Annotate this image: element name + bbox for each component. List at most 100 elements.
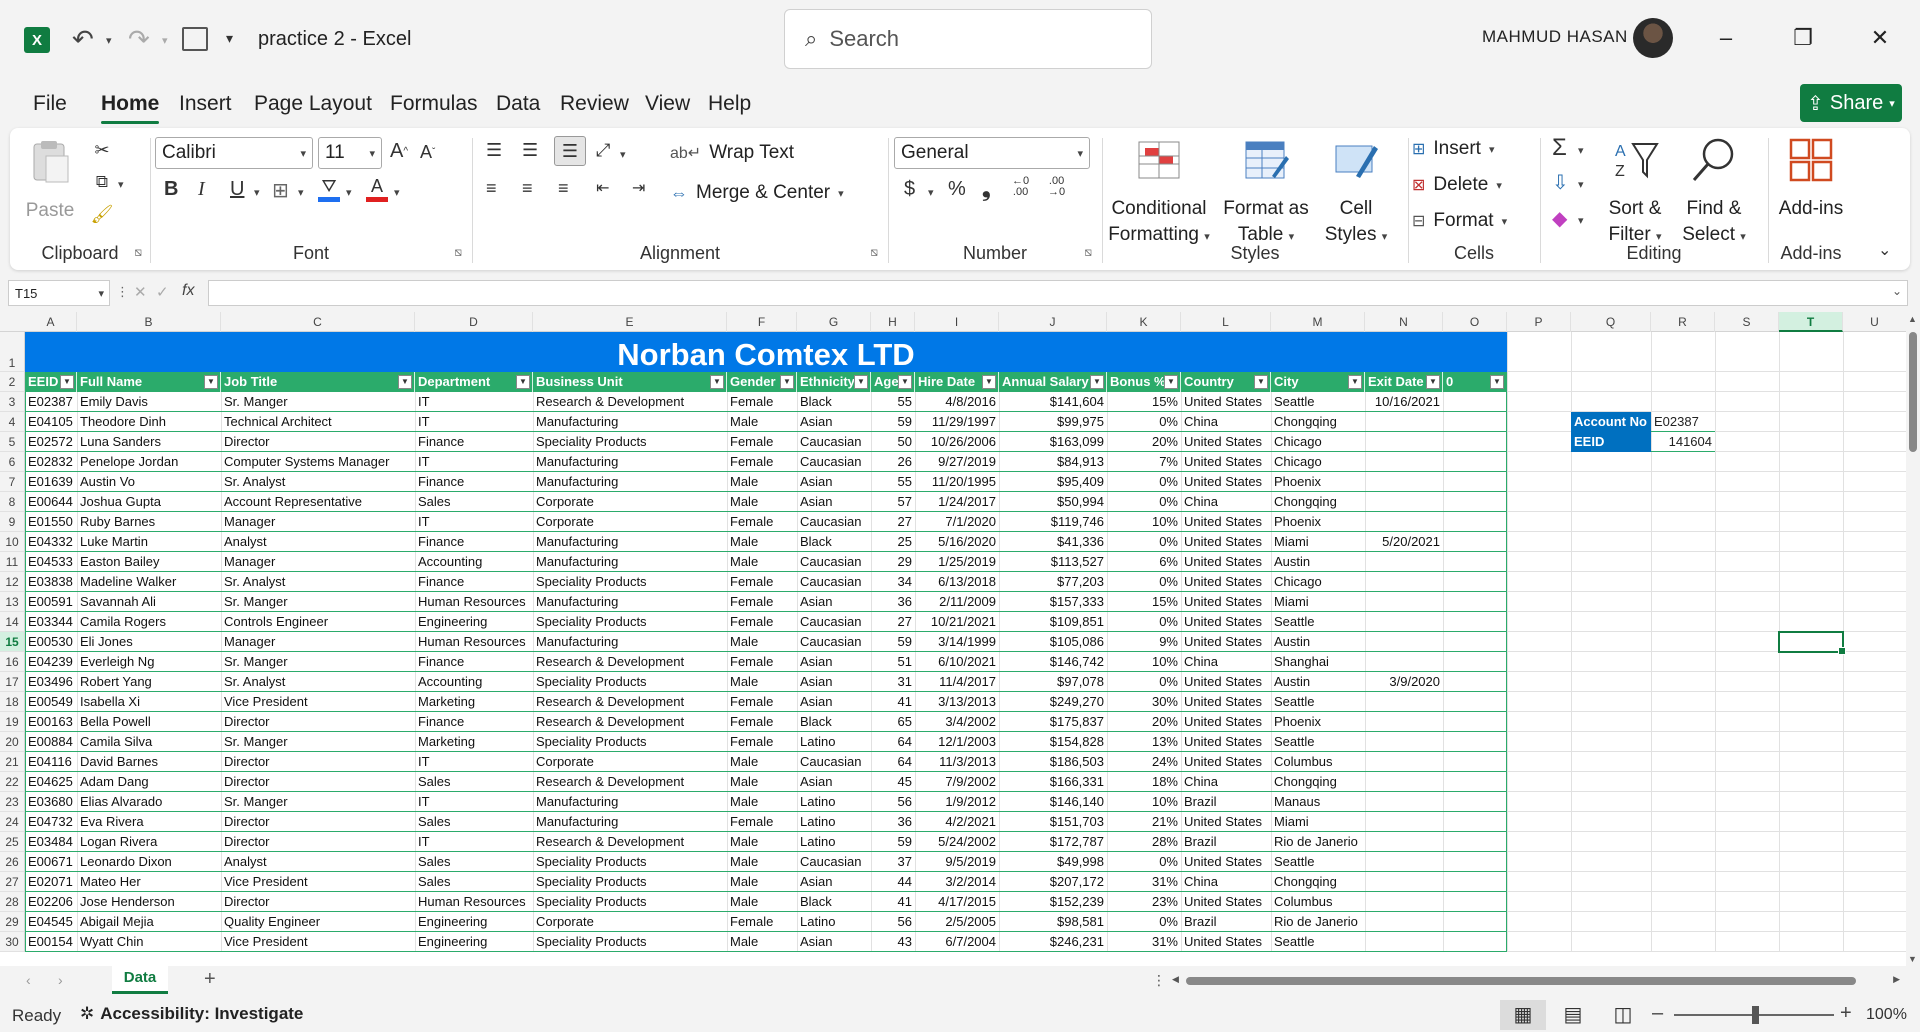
more-icon[interactable]: ⋮ — [116, 284, 129, 300]
vertical-scrollbar[interactable]: ▲ ▼ — [1906, 312, 1920, 966]
row-header-22[interactable]: 22 — [0, 772, 25, 792]
find-select-button[interactable]: Find & Select ▾ — [1674, 136, 1754, 250]
align-center-icon[interactable]: ≡ — [522, 178, 533, 199]
page-layout-view-button[interactable]: ▤ — [1550, 1000, 1596, 1030]
merge-center-button[interactable]: ⇔ Merge & Center ▾ — [670, 182, 844, 204]
dialog-launcher-icon[interactable]: ⧅ — [1084, 245, 1092, 260]
row-header-9[interactable]: 9 — [0, 512, 25, 532]
clear-dropdown-icon[interactable]: ▾ — [1578, 214, 1584, 227]
shrink-font-icon[interactable]: Aˇ — [420, 142, 435, 163]
column-header-q[interactable]: Q — [1571, 312, 1651, 332]
next-sheet-icon[interactable]: › — [58, 972, 63, 988]
scroll-right-icon[interactable]: ▶ — [1893, 974, 1900, 985]
tab-formulas[interactable]: Formulas — [390, 92, 478, 116]
fill-dropdown-icon[interactable]: ▾ — [1578, 178, 1584, 191]
row-header-2[interactable]: 2 — [0, 372, 25, 392]
fill-icon[interactable]: ⇩ — [1552, 170, 1569, 195]
insert-cells-button[interactable]: ⊞ Insert ▾ — [1412, 138, 1494, 160]
percent-button[interactable]: % — [948, 178, 966, 201]
currency-dropdown-icon[interactable]: ▾ — [928, 186, 934, 199]
autosum-dropdown-icon[interactable]: ▾ — [1578, 144, 1584, 157]
italic-button[interactable]: I — [198, 178, 205, 201]
column-header-m[interactable]: M — [1271, 312, 1365, 332]
expand-formula-icon[interactable]: ⌄ — [1892, 284, 1902, 298]
row-header-19[interactable]: 19 — [0, 712, 25, 732]
column-header-l[interactable]: L — [1181, 312, 1271, 332]
font-color-icon[interactable]: A — [364, 174, 390, 204]
conditional-formatting-button[interactable]: Conditional Formatting ▾ — [1104, 136, 1214, 250]
formula-input[interactable] — [208, 280, 1908, 306]
fill-color-dropdown-icon[interactable]: ▾ — [346, 186, 352, 199]
row-header-4[interactable]: 4 — [0, 412, 25, 432]
wrap-text-button[interactable]: ab↵ Wrap Text — [670, 142, 794, 164]
restore-button[interactable]: ❐ — [1773, 18, 1833, 58]
zoom-out-button[interactable]: – — [1652, 1002, 1663, 1025]
font-name-select[interactable]: Calibri ▾ — [155, 137, 313, 169]
redo-dropdown-icon[interactable]: ▾ — [162, 34, 168, 47]
cut-icon[interactable]: ✂ — [90, 138, 114, 162]
comma-button[interactable]: ❟ — [982, 176, 991, 202]
borders-icon[interactable]: ⊞ — [272, 178, 289, 203]
horizontal-scrollbar[interactable]: ◀ ▶ — [1172, 974, 1900, 986]
column-header-a[interactable]: A — [25, 312, 77, 332]
save-icon[interactable] — [182, 27, 208, 51]
format-cells-button[interactable]: ⊟ Format ▾ — [1412, 210, 1507, 232]
fill-color-icon[interactable]: ⛛ — [316, 174, 342, 204]
row-header-13[interactable]: 13 — [0, 592, 25, 612]
eeid-label[interactable]: EEID — [1571, 432, 1651, 452]
grow-font-icon[interactable]: A ^ — [390, 140, 408, 163]
column-header-o[interactable]: O — [1443, 312, 1507, 332]
scroll-up-icon[interactable]: ▲ — [1908, 314, 1917, 324]
row-header-17[interactable]: 17 — [0, 672, 25, 692]
tab-help[interactable]: Help — [708, 92, 751, 116]
row-header-23[interactable]: 23 — [0, 792, 25, 812]
user-name[interactable]: MAHMUD HASAN — [1482, 27, 1628, 47]
align-left-icon[interactable]: ≡ — [486, 178, 497, 199]
font-size-select[interactable]: 11 ▾ — [318, 137, 382, 169]
cell-styles-button[interactable]: Cell Styles ▾ — [1316, 136, 1396, 250]
format-as-table-button[interactable]: Format as Table ▾ — [1218, 136, 1314, 250]
collapse-ribbon-icon[interactable]: ⌄ — [1878, 240, 1891, 260]
customize-toolbar-icon[interactable]: ▾ — [226, 30, 233, 47]
column-header-f[interactable]: F — [727, 312, 797, 332]
row-header-6[interactable]: 6 — [0, 452, 25, 472]
row-header-21[interactable]: 21 — [0, 752, 25, 772]
delete-cells-button[interactable]: ⊠ Delete ▾ — [1412, 174, 1502, 196]
column-header-t[interactable]: T — [1779, 312, 1843, 332]
format-painter-icon[interactable]: 🖌 — [90, 202, 114, 226]
normal-view-button[interactable]: ▦ — [1500, 1000, 1546, 1030]
column-header-h[interactable]: H — [871, 312, 915, 332]
row-header-20[interactable]: 20 — [0, 732, 25, 752]
zoom-in-button[interactable]: + — [1840, 1002, 1852, 1025]
row-header-16[interactable]: 16 — [0, 652, 25, 672]
row-header-27[interactable]: 27 — [0, 872, 25, 892]
middle-align-icon[interactable]: ☰ — [522, 140, 538, 161]
currency-button[interactable]: $ — [904, 178, 915, 201]
insert-function-button[interactable]: fx — [182, 282, 194, 300]
orientation-icon[interactable]: ⤢ — [596, 140, 610, 161]
dialog-launcher-icon[interactable]: ⧅ — [454, 245, 462, 260]
copy-dropdown-icon[interactable]: ▾ — [118, 178, 124, 191]
dialog-launcher-icon[interactable]: ⧅ — [870, 245, 878, 260]
minimize-button[interactable]: – — [1696, 18, 1756, 58]
row-header-28[interactable]: 28 — [0, 892, 25, 912]
undo-icon[interactable]: ↶ — [72, 24, 94, 55]
column-header-u[interactable]: U — [1843, 312, 1906, 332]
row-header-15[interactable]: 15 — [0, 632, 25, 652]
cancel-icon[interactable]: ✕ — [134, 283, 147, 301]
sheet-banner-title[interactable]: Norban Comtex LTD — [25, 332, 1507, 372]
copy-icon[interactable]: ⧉ — [90, 170, 114, 194]
vertical-scroll-thumb[interactable] — [1909, 332, 1917, 452]
row-header-11[interactable]: 11 — [0, 552, 25, 572]
row-header-18[interactable]: 18 — [0, 692, 25, 712]
scroll-left-icon[interactable]: ◀ — [1172, 974, 1179, 985]
avatar[interactable] — [1633, 18, 1673, 58]
tab-insert[interactable]: Insert — [179, 92, 232, 116]
row-header-30[interactable]: 30 — [0, 932, 25, 952]
column-header-j[interactable]: J — [999, 312, 1107, 332]
font-color-dropdown-icon[interactable]: ▾ — [394, 186, 400, 199]
tab-view[interactable]: View — [645, 92, 690, 116]
account-no-value[interactable]: E02387 — [1651, 412, 1715, 432]
column-header-p[interactable]: P — [1507, 312, 1571, 332]
accessibility-status[interactable]: ✲ Accessibility: Investigate — [80, 1004, 303, 1024]
